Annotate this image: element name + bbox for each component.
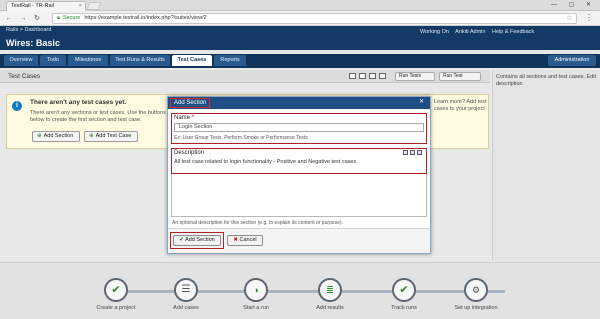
image-icon[interactable] [403,150,408,155]
help-link[interactable]: Help & Feedback [492,29,534,35]
name-label-text: Name [174,115,191,121]
step-track-runs[interactable]: ✔ [392,278,416,302]
toolbar-columns-icon[interactable] [359,73,366,79]
results-icon: ≣ [326,285,334,295]
step-add-cases[interactable]: ☰ [174,278,198,302]
working-on-link[interactable]: Working On [420,29,449,35]
run-tests-button[interactable]: Run Tests [395,72,435,81]
page-title: Test Cases [8,73,41,80]
user-menu-link[interactable]: Ankiti Admin [455,29,485,35]
toolbar-view-icon[interactable] [349,73,356,79]
back-icon[interactable]: ← [4,14,14,23]
project-title: Wires: Basic [6,38,60,48]
breadcrumb[interactable]: Rails > Dashboard [6,27,51,33]
administration-button[interactable]: Administration [548,55,596,66]
checkmark-icon: ✔ [111,284,121,296]
empty-state-body: There aren't any sections or test cases.… [30,110,166,123]
tab-milestones[interactable]: Milestones [68,55,108,66]
checkmark-icon: ✔ [179,237,184,243]
cancel-icon: ✖ [233,237,238,243]
step-create-project[interactable]: ✔ [104,278,128,302]
step-label: Add results [316,305,344,311]
description-textarea-value[interactable]: All test case related to login functiona… [174,159,424,165]
name-label: Name * [174,115,194,121]
step-integration[interactable]: ⚙ [464,278,488,302]
bookmark-star-icon[interactable]: ☆ [566,14,572,22]
sidebar-description: Contains all sections and test cases. Ed… [496,74,596,87]
browser-menu-icon[interactable]: ⋮ [585,13,593,22]
close-icon[interactable]: ✕ [419,98,424,105]
tab-reports[interactable]: Reports [214,55,246,66]
step-label: Add cases [173,305,199,311]
user-links: Working On Ankiti Admin Help & Feedback [420,29,539,35]
secure-label: Secure [62,15,81,21]
step-label: Start a run [243,305,269,311]
right-sidebar [492,70,600,260]
info-icon: i [12,101,22,111]
reload-icon[interactable]: ↻ [32,14,42,23]
empty-add-test-case-button[interactable]: ⊕ Add Test Case [84,131,138,142]
step-label: Create a project [96,305,136,311]
toolbar-export-icon[interactable] [369,73,376,79]
add-section-label: Add Section [185,237,215,243]
step-start-run[interactable]: ◑ [244,278,268,302]
empty-add-test-case-label: Add Test Case [95,133,132,139]
add-icon: ⊕ [37,133,42,139]
run-test-button[interactable]: Run Test [439,72,481,81]
toolbar-import-icon[interactable] [379,73,386,79]
description-textarea[interactable] [171,174,427,217]
window-controls[interactable]: — ▢ ✕ [551,1,596,8]
list-icon: ☰ [181,284,191,295]
table-icon[interactable] [410,150,415,155]
expand-icon[interactable] [417,150,422,155]
description-help: An optional description for this section… [172,220,343,226]
help-text: Learn more? Add test cases to your proje… [434,99,487,112]
tab-test-runs[interactable]: Test Runs & Results [110,55,170,66]
tab-overview[interactable]: Overview [4,55,38,66]
lock-icon: 🔒︎ [57,15,60,21]
empty-add-section-button[interactable]: ⊕ Add Section [32,131,80,142]
cancel-button[interactable]: ✖ Cancel [227,235,263,246]
tab-close-icon[interactable]: × [79,3,82,9]
checkmark-icon: ✔ [399,284,409,296]
forward-icon[interactable]: → [18,14,28,23]
empty-add-section-label: Add Section [43,133,74,139]
add-icon: ⊕ [89,133,94,139]
description-label: Description [174,150,205,156]
integration-icon: ⚙ [471,285,481,295]
step-label: Track runs [391,305,417,311]
name-hint: Ex: User Group Tests, Perform Smoke or P… [174,135,308,141]
step-label: Set up integration [454,305,498,311]
tab-test-cases[interactable]: Test Cases [172,55,212,66]
browser-tab-title: TestRail - TR-Rail [11,3,54,9]
dialog-title: Add Section [170,98,211,108]
empty-state-title: There aren't any test cases yet. [30,99,127,106]
section-name-input[interactable]: Login Section [174,123,424,132]
required-marker: * [191,115,195,121]
tab-todo[interactable]: Todo [40,55,66,66]
url-input[interactable]: 🔒︎ Secure https://example.testrail.io/inde… [52,13,577,24]
url-text: https://example.testrail.io/index.php?/s… [84,15,207,21]
play-icon: ◑ [253,285,259,295]
cancel-label: Cancel [239,237,257,243]
browser-tab[interactable]: TestRail - TR-Rail × [6,1,86,11]
add-section-button[interactable]: ✔ Add Section [173,235,221,246]
step-add-results[interactable]: ≣ [318,278,342,302]
